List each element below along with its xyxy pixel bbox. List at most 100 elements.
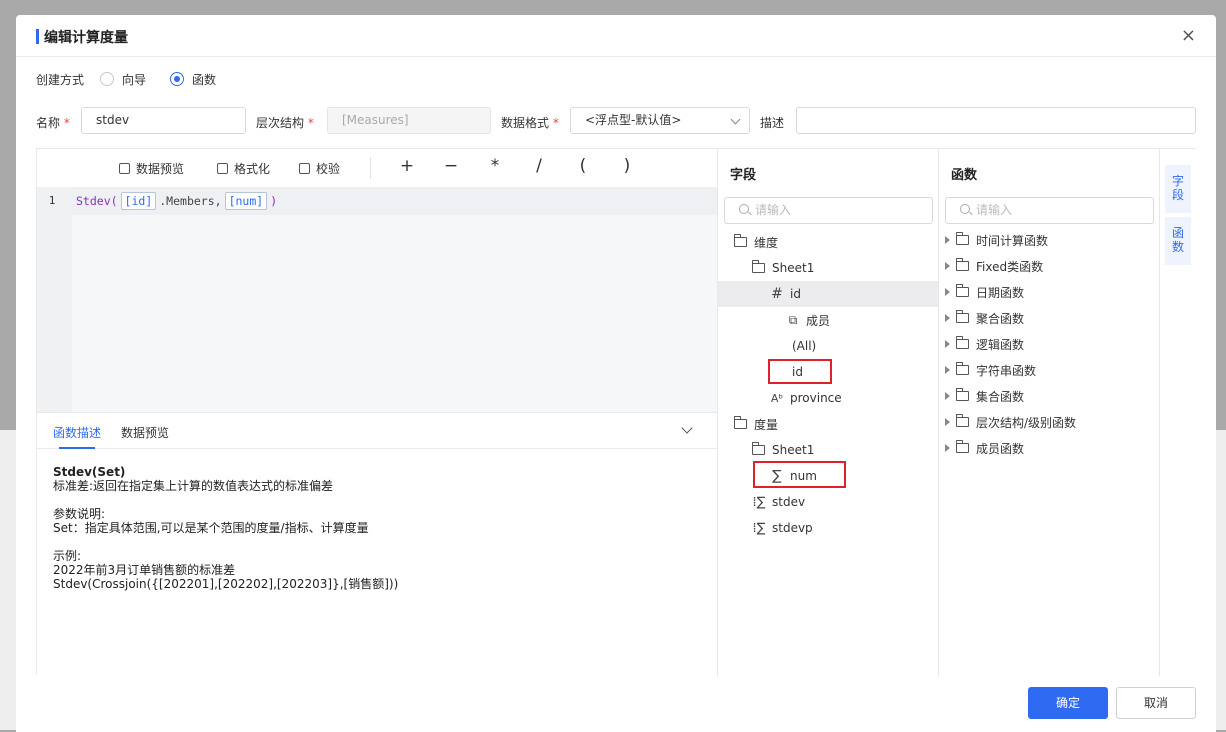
radio-wizard[interactable]: 向导 [100, 71, 146, 88]
folder-icon [956, 414, 969, 427]
operator-divide-button[interactable]: / [529, 156, 549, 176]
name-label: 名称 * [36, 116, 70, 130]
func-category-label: Fixed类函数 [976, 259, 1044, 274]
code-members: .Members, [159, 194, 222, 208]
tree-measure[interactable]: 度量 [734, 411, 778, 437]
highlight-box-id [768, 359, 832, 384]
func-category[interactable]: 聚合函数 [945, 305, 1024, 331]
folder-icon [956, 284, 969, 297]
tree-stdevp[interactable]: ⁞∑ stdevp [752, 515, 813, 541]
tree-id-hierarchy[interactable]: # id [718, 281, 938, 307]
func-category[interactable]: 逻辑函数 [945, 331, 1024, 357]
func-category[interactable]: 时间计算函数 [945, 227, 1048, 253]
formula-workspace: 数据预览 格式化 校验 + − * / ( ) 1 Stdev([id] .M… [36, 148, 1197, 676]
background-page-edge-right [1216, 430, 1226, 730]
func-category[interactable]: 日期函数 [945, 279, 1024, 305]
fields-search-input[interactable]: 请输入 [724, 197, 933, 224]
operator-open-paren-button[interactable]: ( [573, 156, 593, 176]
tree-sheet1-measure[interactable]: Sheet1 [752, 437, 814, 463]
toolbar-divider [370, 157, 371, 179]
side-tab-fields[interactable]: 字段 [1165, 165, 1191, 213]
folder-icon [956, 362, 969, 375]
tree-sheet1-dim-label: Sheet1 [772, 261, 815, 275]
func-category-label: 层次结构/级别函数 [976, 415, 1077, 430]
tree-all-label: (All) [792, 339, 817, 353]
validate-button[interactable]: 校验 [299, 160, 340, 177]
format-button[interactable]: 格式化 [217, 160, 270, 177]
caret-right-icon [945, 418, 950, 426]
code-line[interactable]: Stdev( [id] .Members, [num] ) [72, 187, 717, 215]
folder-open-icon [752, 442, 765, 455]
code-token-num[interactable]: [num] [224, 192, 268, 210]
cancel-button[interactable]: 取消 [1116, 687, 1196, 719]
validate-icon [299, 163, 310, 174]
search-icon [739, 204, 749, 214]
dialog-title: 编辑计算度量 [44, 30, 128, 46]
code-token-id[interactable]: [id] [120, 192, 157, 210]
params-title: 参数说明: [53, 507, 106, 521]
radio-wizard-circle[interactable] [100, 72, 115, 86]
example-title: 示例: [53, 549, 82, 563]
tree-sheet1-dimension[interactable]: Sheet1 [752, 255, 814, 281]
example-desc: 2022年前3月订单销售额的标准差 [53, 563, 236, 577]
tree-stdev[interactable]: ⁞∑ stdev [752, 489, 806, 515]
calculated-measure-icon: ⁞∑ [752, 520, 766, 536]
functions-search-input[interactable]: 请输入 [945, 197, 1154, 224]
function-signature: Stdev(Set) [53, 465, 126, 479]
params-text: Set：指定具体范围,可以是某个范围的度量/指标、计算度量 [53, 521, 369, 535]
func-category-label: 集合函数 [976, 389, 1025, 404]
hierarchy-input: [Measures] [327, 107, 491, 134]
radio-function[interactable]: 函数 [170, 71, 216, 88]
caret-right-icon [945, 444, 950, 452]
text-type-icon: Aᵇ [770, 391, 784, 405]
code-close-paren: ) [270, 194, 278, 208]
search-icon [960, 204, 970, 214]
tree-members[interactable]: ⧉ 成员 [786, 307, 830, 333]
caret-right-icon [945, 314, 950, 322]
preview-icon [119, 163, 130, 174]
description-content: Stdev(Set) 标准差:返回在指定集上计算的数值表达式的标准偏差 参数说明… [53, 465, 693, 591]
example-code: Stdev(Crossjoin({[202201],[202202],[2022… [53, 577, 399, 591]
tree-sheet1-meas-label: Sheet1 [772, 443, 815, 457]
func-category[interactable]: Fixed类函数 [945, 253, 1043, 279]
func-category[interactable]: 成员函数 [945, 435, 1024, 461]
collapse-chevron-icon[interactable] [681, 422, 693, 434]
operator-minus-button[interactable]: − [441, 156, 461, 176]
chevron-down-icon [730, 114, 741, 125]
code-function: Stdev( [76, 194, 118, 208]
format-select[interactable]: <浮点型-默认值> [570, 107, 750, 134]
format-label-text: 格式化 [234, 162, 271, 176]
format-select-value: <浮点型-默认值> [585, 113, 682, 127]
radio-wizard-label: 向导 [122, 72, 147, 87]
name-input[interactable]: stdev [81, 107, 246, 134]
create-mode-row: 创建方式 向导 函数 [36, 69, 240, 89]
func-category-label: 字符串函数 [976, 363, 1037, 378]
tree-dimension[interactable]: 维度 [734, 229, 778, 255]
func-category[interactable]: 字符串函数 [945, 357, 1036, 383]
formula-editor[interactable]: 数据预览 格式化 校验 + − * / ( ) 1 Stdev([id] .M… [37, 149, 717, 412]
side-tab-functions[interactable]: 函数 [1165, 217, 1191, 265]
highlight-box-num [753, 461, 846, 488]
tab-data-preview[interactable]: 数据预览 [121, 424, 169, 441]
confirm-button[interactable]: 确定 [1028, 687, 1108, 719]
tree-province[interactable]: Aᵇ province [770, 385, 842, 411]
tree-all[interactable]: (All) [792, 333, 816, 359]
data-preview-button[interactable]: 数据预览 [119, 160, 184, 177]
description-input[interactable] [796, 107, 1196, 134]
folder-icon [956, 232, 969, 245]
members-icon: ⧉ [788, 312, 798, 327]
radio-function-circle[interactable] [170, 72, 185, 86]
number-hash-icon: # [771, 286, 783, 302]
format-brush-icon [217, 163, 228, 174]
caret-right-icon [945, 392, 950, 400]
calculated-measure-icon: ⁞∑ [752, 494, 766, 510]
func-category[interactable]: 集合函数 [945, 383, 1024, 409]
operator-plus-button[interactable]: + [397, 156, 417, 176]
func-category[interactable]: 层次结构/级别函数 [945, 409, 1076, 435]
description-label: 描述 [760, 116, 785, 130]
operator-close-paren-button[interactable]: ) [617, 156, 637, 176]
operator-multiply-button[interactable]: * [485, 156, 505, 176]
tab-function-description[interactable]: 函数描述 [53, 424, 101, 441]
close-icon[interactable]: × [1181, 27, 1196, 45]
dialog-header: 编辑计算度量 × [16, 15, 1216, 57]
